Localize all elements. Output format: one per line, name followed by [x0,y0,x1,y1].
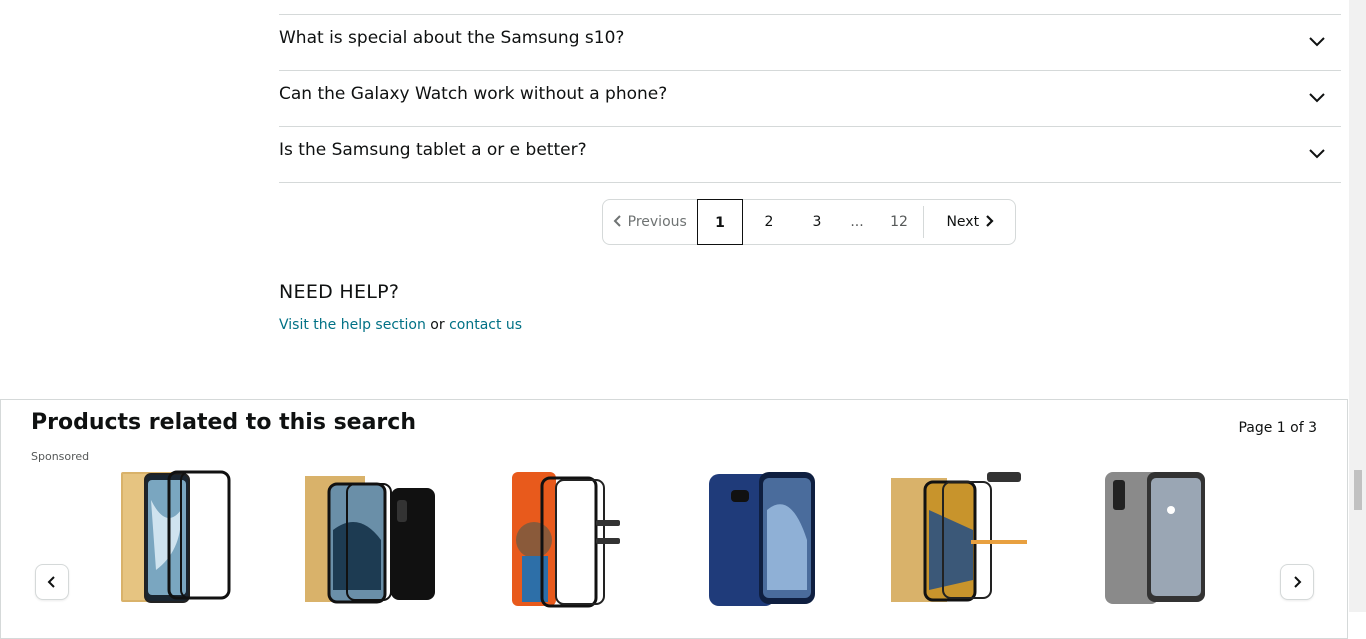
product-image[interactable] [299,470,439,610]
scrollbar-thumb[interactable] [1354,470,1362,510]
previous-page-button[interactable]: Previous [603,200,697,244]
chevron-right-icon [1294,576,1302,588]
page-button-2[interactable]: 2 [745,200,793,244]
product-card[interactable] [111,470,251,610]
product-image[interactable] [506,470,646,610]
product-image[interactable] [1087,470,1227,610]
faq-question: Is the Samsung tablet a or e better? [279,140,587,160]
chevron-down-icon[interactable] [1308,147,1326,159]
chevron-down-icon[interactable] [1308,35,1326,47]
pagination: Previous 1 2 3 ... 12 Next [602,199,1016,245]
page-button-1[interactable]: 1 [697,199,743,245]
carousel-next-button[interactable] [1280,564,1314,600]
carousel-title: Products related to this search [31,410,416,435]
carousel-previous-button[interactable] [35,564,69,600]
chevron-left-icon [613,214,621,227]
product-card[interactable] [506,470,646,610]
help-text: Visit the help section or contact us [279,317,522,333]
page-scrollbar[interactable] [1349,0,1366,612]
chevron-down-icon[interactable] [1308,91,1326,103]
product-card[interactable] [701,470,841,610]
faq-item[interactable]: Is the Samsung tablet a or e better? [279,127,1341,183]
chevron-right-icon [985,214,994,227]
carousel-page-indicator: Page 1 of 3 [1238,420,1317,436]
next-page-button[interactable]: Next [924,200,1016,244]
help-connector: or [425,317,450,333]
related-products-carousel: Products related to this search Page 1 o… [0,399,1348,639]
product-card[interactable] [1087,470,1227,610]
chevron-left-icon [47,576,55,588]
page-button-12[interactable]: 12 [875,200,923,244]
product-card[interactable] [299,470,439,610]
product-card[interactable] [887,470,1027,610]
product-image[interactable] [887,470,1027,610]
faq-question: What is special about the Samsung s10? [279,28,625,48]
previous-label: Previous [627,214,687,230]
need-help-heading: NEED HELP? [279,281,400,303]
next-label: Next [946,214,980,230]
faq-question: Can the Galaxy Watch work without a phon… [279,84,668,104]
faq-item[interactable]: Can the Galaxy Watch work without a phon… [279,71,1341,127]
contact-us-link[interactable]: contact us [449,317,522,333]
faq-list: What is special about the Samsung s10? C… [279,14,1341,183]
product-image[interactable] [111,470,251,610]
sponsored-label: Sponsored [31,450,90,463]
faq-item[interactable]: What is special about the Samsung s10? [279,15,1341,71]
product-image[interactable] [701,470,841,610]
pagination-ellipsis: ... [850,214,864,230]
help-section-link[interactable]: Visit the help section [279,317,426,333]
page-button-3[interactable]: 3 [793,200,841,244]
